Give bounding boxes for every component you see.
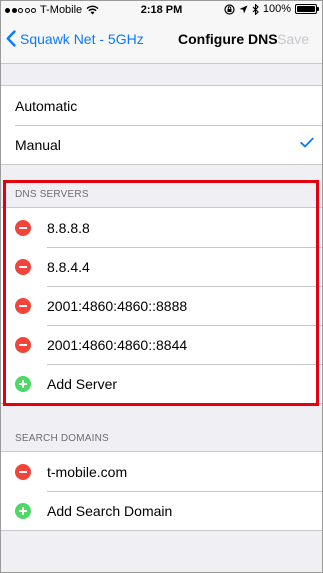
- mode-option-automatic[interactable]: Automatic: [0, 86, 323, 125]
- dns-server-row[interactable]: 8.8.4.4: [0, 247, 323, 286]
- bluetooth-icon: [252, 3, 259, 15]
- search-domains-header: SEARCH DOMAINS: [15, 433, 109, 444]
- search-domains-group: t-mobile.com Add Search Domain: [0, 451, 323, 531]
- mode-option-label: Automatic: [15, 97, 78, 114]
- search-domain-row[interactable]: t-mobile.com: [0, 452, 323, 491]
- checkmark-icon: [300, 137, 314, 148]
- add-server-button[interactable]: Add Server: [0, 364, 323, 403]
- back-label: Squawk Net - 5GHz: [20, 30, 144, 47]
- save-button[interactable]: Save: [277, 31, 309, 47]
- dns-mode-group: Automatic Manual: [0, 85, 323, 165]
- dns-servers-header: DNS SERVERS: [15, 189, 89, 200]
- chevron-left-icon: [6, 30, 16, 47]
- delete-icon[interactable]: [15, 219, 31, 236]
- delete-icon[interactable]: [15, 297, 31, 314]
- status-right: 100%: [224, 3, 319, 15]
- lock-rotation-icon: [224, 3, 235, 15]
- add-icon[interactable]: [15, 375, 31, 392]
- add-search-domain-button[interactable]: Add Search Domain: [0, 491, 323, 530]
- dns-server-address: 2001:4860:4860::8888: [47, 297, 188, 314]
- battery-percent: 100%: [262, 3, 291, 15]
- mode-option-label: Manual: [15, 136, 61, 153]
- page-title: Configure DNS: [178, 31, 278, 47]
- delete-icon[interactable]: [15, 336, 31, 353]
- dns-server-row[interactable]: 8.8.8.8: [0, 208, 323, 247]
- dns-servers-group: 8.8.8.8 8.8.4.4 2001:4860:4860::8888 200…: [0, 207, 323, 404]
- dns-server-row[interactable]: 2001:4860:4860::8844: [0, 325, 323, 364]
- mode-option-manual[interactable]: Manual: [0, 125, 323, 164]
- delete-icon[interactable]: [15, 463, 31, 480]
- dns-server-address: 8.8.8.8: [47, 219, 90, 236]
- search-domain-name: t-mobile.com: [47, 463, 128, 480]
- add-icon[interactable]: [15, 502, 31, 519]
- dns-server-address: 2001:4860:4860::8844: [47, 336, 188, 353]
- add-search-domain-label: Add Search Domain: [47, 502, 173, 519]
- delete-icon[interactable]: [15, 258, 31, 275]
- add-server-label: Add Server: [47, 375, 118, 392]
- back-button[interactable]: Squawk Net - 5GHz: [6, 30, 144, 47]
- status-bar: T-Mobile 2:18 PM 100%: [0, 0, 323, 20]
- dns-server-address: 8.8.4.4: [47, 258, 90, 275]
- navigation-bar: Squawk Net - 5GHz Configure DNS Save: [0, 20, 323, 64]
- location-icon: [239, 5, 248, 13]
- battery-icon: [295, 4, 319, 14]
- dns-server-row[interactable]: 2001:4860:4860::8888: [0, 286, 323, 325]
